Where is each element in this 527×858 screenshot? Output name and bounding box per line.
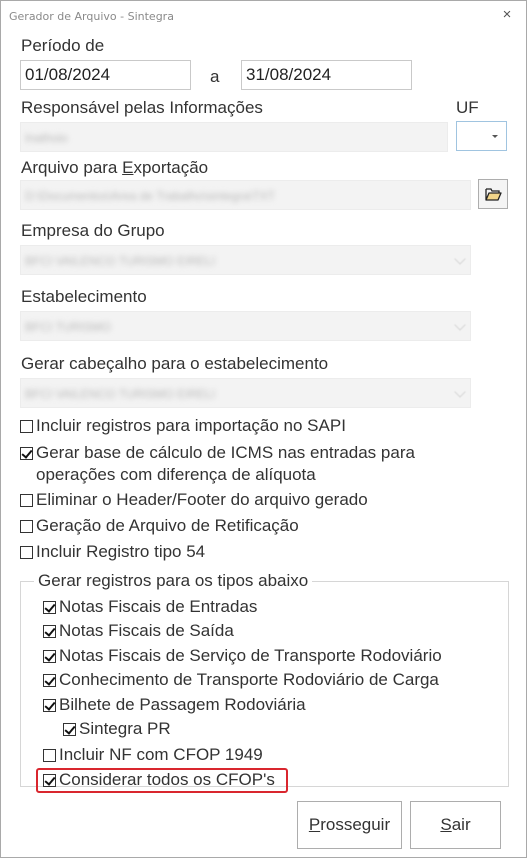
group-item-label: Conhecimento de Transporte Rodoviário de… bbox=[59, 670, 439, 689]
responsavel-input[interactable]: Inathoio bbox=[20, 122, 448, 152]
cabecalho-select[interactable]: BFCI VAILENCO TURISMO EIRELI bbox=[20, 378, 471, 408]
checkbox-header-footer[interactable] bbox=[20, 493, 33, 507]
cabecalho-value: BFCI VAILENCO TURISMO EIRELI bbox=[25, 387, 216, 401]
checkbox-base-icms[interactable] bbox=[20, 446, 33, 460]
periodo-start-input[interactable] bbox=[20, 60, 191, 90]
group-item-nf-servico-transporte[interactable]: Notas Fiscais de Serviço de Transporte R… bbox=[43, 645, 442, 667]
registros-group-legend: Gerar registros para os tipos abaixo bbox=[34, 571, 313, 591]
checkbox-nf-entradas[interactable] bbox=[43, 600, 56, 614]
group-item-nf-saida[interactable]: Notas Fiscais de Saída bbox=[43, 620, 234, 642]
prosseguir-accel: P bbox=[308, 815, 321, 834]
group-item-cfop-1949[interactable]: Incluir NF com CFOP 1949 bbox=[43, 744, 263, 766]
option-base-icms-continued: operações com diferença de alíquota bbox=[36, 464, 316, 486]
empresa-select[interactable]: BFCI VAILENCO TURISMO EIRELI bbox=[20, 245, 471, 275]
option-sapi[interactable]: Incluir registros para importação no SAP… bbox=[20, 415, 346, 437]
checkbox-retificacao[interactable] bbox=[20, 519, 33, 533]
browse-button[interactable] bbox=[478, 179, 508, 209]
uf-select[interactable] bbox=[456, 121, 507, 151]
option-retificacao-label: Geração de Arquivo de Retificação bbox=[36, 516, 299, 535]
arquivo-label-accel: E bbox=[122, 158, 134, 177]
responsavel-value: Inathoio bbox=[25, 131, 68, 145]
checkbox-conhecimento-transporte[interactable] bbox=[43, 673, 56, 687]
checkbox-cfop-1949[interactable] bbox=[43, 748, 56, 762]
option-registro-54[interactable]: Incluir Registro tipo 54 bbox=[20, 541, 205, 563]
chevron-down-icon bbox=[454, 386, 466, 398]
group-item-nf-entradas[interactable]: Notas Fiscais de Entradas bbox=[43, 596, 257, 618]
option-base-icms[interactable]: Gerar base de cálculo de ICMS nas entrad… bbox=[20, 442, 415, 464]
checkbox-bilhete-passagem[interactable] bbox=[43, 698, 56, 712]
option-registro-54-label: Incluir Registro tipo 54 bbox=[36, 542, 206, 561]
group-item-bilhete-passagem[interactable]: Bilhete de Passagem Rodoviária bbox=[43, 694, 306, 716]
arquivo-label: Arquivo para Exportação bbox=[21, 158, 208, 178]
periodo-label: Período de bbox=[21, 36, 105, 55]
prosseguir-button[interactable]: Prosseguir bbox=[297, 801, 402, 849]
arquivo-path-value: D:\Documentos\Area de Trabalho\sintegra\… bbox=[25, 189, 276, 203]
estabelecimento-select[interactable]: BFCI TURISMO bbox=[20, 311, 471, 341]
group-item-conhecimento-transporte[interactable]: Conhecimento de Transporte Rodoviário de… bbox=[43, 669, 439, 691]
close-button[interactable]: × bbox=[498, 6, 516, 24]
cabecalho-label: Gerar cabeçalho para o estabelecimento bbox=[21, 354, 329, 373]
checkbox-registro-54[interactable] bbox=[20, 545, 33, 559]
group-item-label: Bilhete de Passagem Rodoviária bbox=[59, 695, 306, 714]
group-item-label: Incluir NF com CFOP 1949 bbox=[59, 745, 263, 764]
highlight-annotation bbox=[36, 768, 288, 793]
empresa-label: Empresa do Grupo bbox=[21, 221, 165, 240]
option-base-icms-label-2: operações com diferença de alíquota bbox=[36, 465, 316, 484]
option-sapi-label: Incluir registros para importação no SAP… bbox=[36, 416, 346, 435]
prosseguir-label: rosseguir bbox=[320, 815, 391, 834]
chevron-down-icon bbox=[454, 253, 466, 265]
option-base-icms-label-1: Gerar base de cálculo de ICMS nas entrad… bbox=[36, 443, 415, 462]
title-bar: Gerador de Arquivo - Sintegra × bbox=[1, 1, 526, 31]
arquivo-path-input[interactable]: D:\Documentos\Area de Trabalho\sintegra\… bbox=[20, 180, 471, 210]
group-item-label: Notas Fiscais de Serviço de Transporte R… bbox=[59, 646, 442, 665]
empresa-value: BFCI VAILENCO TURISMO EIRELI bbox=[25, 254, 216, 268]
chevron-down-icon bbox=[454, 319, 466, 331]
dropdown-arrow-icon bbox=[492, 135, 498, 138]
option-header-footer[interactable]: Eliminar o Header/Footer do arquivo gera… bbox=[20, 489, 368, 511]
checkbox-sapi[interactable] bbox=[20, 419, 33, 433]
sair-label: air bbox=[451, 815, 471, 834]
checkbox-nf-saida[interactable] bbox=[43, 624, 56, 638]
sintegra-dialog: Gerador de Arquivo - Sintegra × Período … bbox=[0, 0, 527, 858]
checkbox-nf-servico-transporte[interactable] bbox=[43, 649, 56, 663]
estabelecimento-label: Estabelecimento bbox=[21, 287, 147, 306]
arquivo-label-post: xportação bbox=[133, 158, 209, 177]
periodo-separator: a bbox=[210, 67, 220, 86]
arquivo-label-pre: Arquivo para bbox=[21, 158, 123, 177]
estabelecimento-value: BFCI TURISMO bbox=[25, 320, 111, 334]
option-header-footer-label: Eliminar o Header/Footer do arquivo gera… bbox=[36, 490, 368, 509]
sair-accel: S bbox=[440, 815, 452, 834]
option-retificacao[interactable]: Geração de Arquivo de Retificação bbox=[20, 515, 299, 537]
checkbox-sintegra-pr[interactable] bbox=[63, 722, 76, 736]
uf-label: UF bbox=[456, 98, 479, 117]
group-item-label: Notas Fiscais de Entradas bbox=[59, 597, 258, 616]
group-item-label: Sintegra PR bbox=[79, 719, 171, 738]
group-item-label: Notas Fiscais de Saída bbox=[59, 621, 234, 640]
sair-button[interactable]: Sair bbox=[410, 801, 501, 849]
periodo-end-input[interactable] bbox=[241, 60, 412, 90]
responsavel-label: Responsável pelas Informações bbox=[21, 98, 263, 117]
window-title: Gerador de Arquivo - Sintegra bbox=[9, 10, 174, 23]
folder-open-icon bbox=[485, 188, 502, 201]
group-item-sintegra-pr[interactable]: Sintegra PR bbox=[63, 718, 171, 740]
